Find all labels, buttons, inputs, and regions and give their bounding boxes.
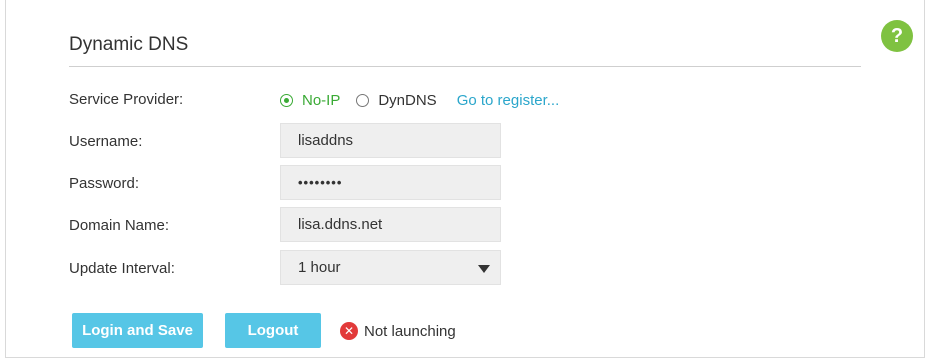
username-label: Username: [69,133,143,150]
help-icon[interactable]: ? [881,20,913,52]
username-input[interactable]: lisaddns [280,123,501,158]
domain-name-label: Domain Name: [69,217,170,234]
section-title: Dynamic DNS [69,34,189,55]
status-text: Not launching [364,322,456,340]
radio-no-ip[interactable] [280,93,293,107]
password-input[interactable]: •••••••• [280,165,501,200]
update-interval-value: 1 hour [298,259,341,276]
domain-name-input[interactable]: lisa.ddns.net [280,207,501,242]
password-label: Password: [69,175,140,192]
update-interval-label: Update Interval: [69,260,175,277]
radio-no-ip-label[interactable]: No-IP [302,92,340,109]
chevron-down-icon[interactable] [478,265,490,273]
radio-dyndns-label[interactable]: DynDNS [378,92,436,109]
login-and-save-button[interactable]: Login and Save [72,313,203,348]
radio-dyndns[interactable] [356,93,370,107]
service-provider-label: Service Provider: [69,91,184,108]
go-to-register-link[interactable]: Go to register... [457,92,560,109]
status-indicator: ✕ Not launching [340,322,456,340]
divider [69,66,861,67]
logout-button[interactable]: Logout [225,313,321,348]
service-provider-radio-group: No-IP DynDNS Go to register... [280,90,559,110]
update-interval-select[interactable]: 1 hour [280,250,501,285]
error-icon: ✕ [340,322,358,340]
